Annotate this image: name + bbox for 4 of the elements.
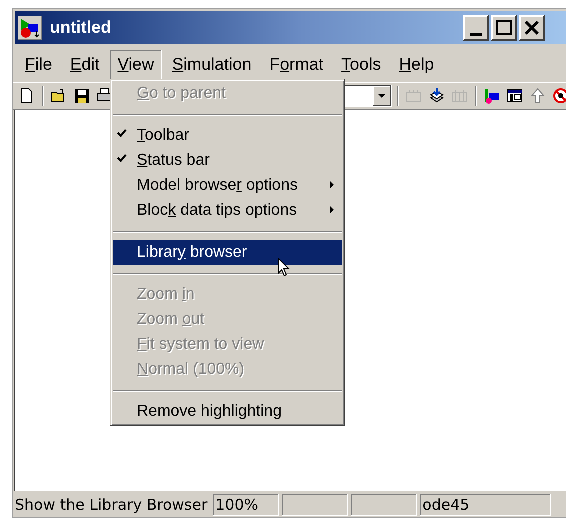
status-pane: ode45 bbox=[420, 494, 551, 516]
window-title: untitled bbox=[50, 16, 112, 39]
status-message: Show the Library Browser bbox=[14, 494, 209, 516]
status-pane: 100% bbox=[212, 494, 279, 516]
